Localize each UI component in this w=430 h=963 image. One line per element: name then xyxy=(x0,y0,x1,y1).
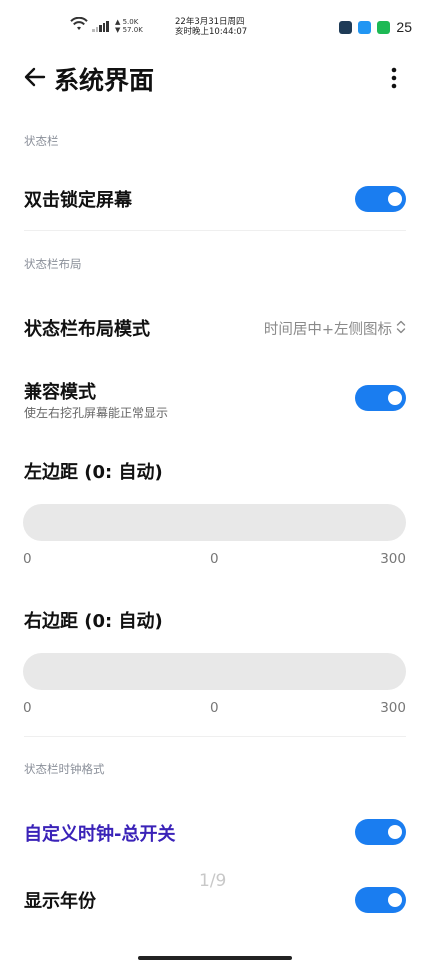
section-header-layout: 状态栏布局 xyxy=(24,257,82,271)
section-header-statusbar: 状态栏 xyxy=(24,134,59,148)
battery-level: 25 xyxy=(396,19,412,35)
right-margin-current: 0 xyxy=(210,700,219,716)
toggle-knob xyxy=(388,192,402,206)
double-tap-lock-toggle[interactable] xyxy=(355,186,406,212)
compat-mode-subtitle: 使左右挖孔屏幕能正常显示 xyxy=(24,406,169,420)
left-margin-min: 0 xyxy=(23,551,32,567)
double-tap-lock-label: 双击锁定屏幕 xyxy=(24,190,132,211)
time-line: 亥时晚上10:44:07 xyxy=(175,27,248,37)
back-arrow-icon[interactable] xyxy=(24,66,46,88)
right-margin-max: 300 xyxy=(380,700,406,716)
chevron-up-down-icon[interactable] xyxy=(396,320,406,334)
net-up: ▲ 5.0K xyxy=(115,18,139,26)
custom-clock-toggle[interactable] xyxy=(355,819,406,845)
date-line: 22年3月31日周四 xyxy=(175,17,245,27)
divider xyxy=(24,736,406,737)
home-indicator[interactable] xyxy=(138,956,292,960)
right-margin-slider[interactable] xyxy=(23,653,406,690)
page-title: 系统界面 xyxy=(54,66,155,95)
compat-mode-toggle[interactable] xyxy=(355,385,406,411)
more-options-icon[interactable] xyxy=(384,67,404,89)
signal-icon xyxy=(92,20,110,32)
left-margin-label: 左边距 (0: 自动) xyxy=(24,462,163,483)
toggle-knob xyxy=(388,893,402,907)
status-right: 25 xyxy=(339,19,412,35)
compat-mode-label: 兼容模式 xyxy=(24,382,96,403)
status-bar: ▲ 5.0K ▼ 57.0K 22年3月31日周四 亥时晚上10:44:07 2… xyxy=(0,0,430,48)
toggle-knob xyxy=(388,391,402,405)
show-year-toggle[interactable] xyxy=(355,887,406,913)
right-margin-min: 0 xyxy=(23,700,32,716)
section-header-clock-format: 状态栏时钟格式 xyxy=(24,762,105,776)
app-header: 系统界面 xyxy=(0,58,430,98)
divider xyxy=(24,230,406,231)
left-margin-max: 300 xyxy=(380,551,406,567)
app-notification-icon xyxy=(339,20,353,34)
toggle-knob xyxy=(388,825,402,839)
left-margin-slider[interactable] xyxy=(23,504,406,541)
left-margin-current: 0 xyxy=(210,551,219,567)
network-speed: ▲ 5.0K ▼ 57.0K xyxy=(115,18,143,34)
layout-mode-value[interactable]: 时间居中+左侧图标 xyxy=(264,318,392,339)
cloud-notification-icon xyxy=(358,20,372,34)
net-down: ▼ 57.0K xyxy=(115,26,143,34)
show-year-label: 显示年份 xyxy=(24,891,96,912)
page-indicator: 1/9 xyxy=(199,871,227,891)
right-margin-label: 右边距 (0: 自动) xyxy=(24,611,163,632)
date-time: 22年3月31日周四 亥时晚上10:44:07 xyxy=(175,17,247,37)
wifi-icon xyxy=(70,17,88,30)
infinity-notification-icon xyxy=(377,20,391,34)
custom-clock-label: 自定义时钟-总开关 xyxy=(24,824,176,845)
layout-mode-label[interactable]: 状态栏布局模式 xyxy=(24,315,150,341)
